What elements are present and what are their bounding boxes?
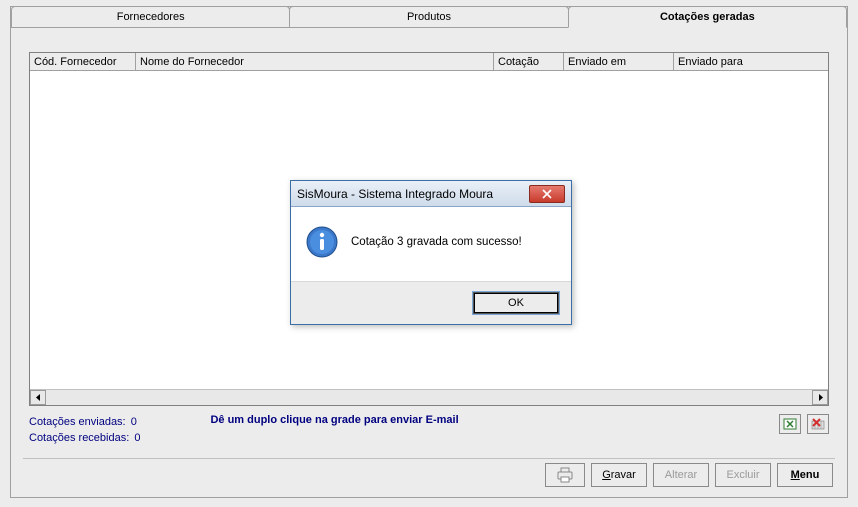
alterar-button[interactable]: Alterar [653, 463, 709, 487]
info-icon [305, 225, 339, 259]
tab-label: Cotações geradas [660, 11, 755, 23]
grid-header-enviado-para[interactable]: Enviado para [674, 53, 828, 70]
button-label-rest: ravar [611, 469, 636, 481]
scroll-right-button[interactable] [812, 390, 828, 405]
tab-label: Fornecedores [117, 11, 185, 23]
grid-header: Cód. Fornecedor Nome do Fornecedor Cotaç… [30, 53, 828, 71]
excluir-button[interactable]: Excluir [715, 463, 771, 487]
tab-fornecedores[interactable]: Fornecedores [11, 6, 290, 28]
grid-header-enviado-em[interactable]: Enviado em [564, 53, 674, 70]
grid-header-cotacao[interactable]: Cotação [494, 53, 564, 70]
bottom-toolbar: Gravar Alterar Excluir Menu [545, 463, 833, 487]
tab-bar: Fornecedores Produtos Cotações geradas [11, 6, 847, 28]
button-label: OK [508, 297, 524, 309]
tab-label: Produtos [407, 11, 451, 23]
enviadas-label: Cotações enviadas: [29, 416, 126, 428]
button-accelerator: G [602, 469, 611, 481]
print-button[interactable] [545, 463, 585, 487]
scroll-track[interactable] [46, 390, 812, 405]
status-icons [779, 414, 829, 434]
enviadas-value: 0 [131, 416, 137, 428]
dialog-body: Cotação 3 gravada com sucesso! [291, 207, 571, 281]
separator [23, 458, 835, 459]
button-label: Excluir [726, 469, 759, 481]
horizontal-scrollbar[interactable] [30, 389, 828, 405]
tab-produtos[interactable]: Produtos [289, 6, 568, 28]
status-hint: Dê um duplo clique na grade para enviar … [210, 414, 458, 426]
tab-cotacoes-geradas[interactable]: Cotações geradas [568, 6, 847, 28]
status-counts: Cotações enviadas: 0 Cotações recebidas:… [29, 414, 140, 446]
triangle-left-icon [35, 394, 42, 401]
dialog-title: SisMoura - Sistema Integrado Moura [297, 187, 529, 201]
excel-icon [783, 417, 797, 431]
status-area: Cotações enviadas: 0 Cotações recebidas:… [29, 414, 829, 454]
recebidas-value: 0 [134, 432, 140, 444]
printer-icon [555, 467, 575, 483]
button-label: Alterar [665, 469, 697, 481]
dialog-footer: OK [291, 281, 571, 324]
grid-header-nome-fornecedor[interactable]: Nome do Fornecedor [136, 53, 494, 70]
grid-header-cod-fornecedor[interactable]: Cód. Fornecedor [30, 53, 136, 70]
recebidas-label: Cotações recebidas: [29, 432, 129, 444]
export-excel-button[interactable] [779, 414, 801, 434]
delete-icon [811, 417, 825, 431]
clear-grid-button[interactable] [807, 414, 829, 434]
close-icon [541, 189, 553, 199]
dialog-close-button[interactable] [529, 185, 565, 203]
button-label-rest: enu [800, 469, 820, 481]
scroll-left-button[interactable] [30, 390, 46, 405]
message-dialog: SisMoura - Sistema Integrado Moura Cotaç… [290, 180, 572, 325]
triangle-right-icon [817, 394, 824, 401]
button-accelerator: M [791, 469, 800, 481]
gravar-button[interactable]: Gravar [591, 463, 647, 487]
dialog-message: Cotação 3 gravada com sucesso! [351, 236, 522, 248]
menu-button[interactable]: Menu [777, 463, 833, 487]
dialog-ok-button[interactable]: OK [473, 292, 559, 314]
dialog-titlebar[interactable]: SisMoura - Sistema Integrado Moura [291, 181, 571, 207]
